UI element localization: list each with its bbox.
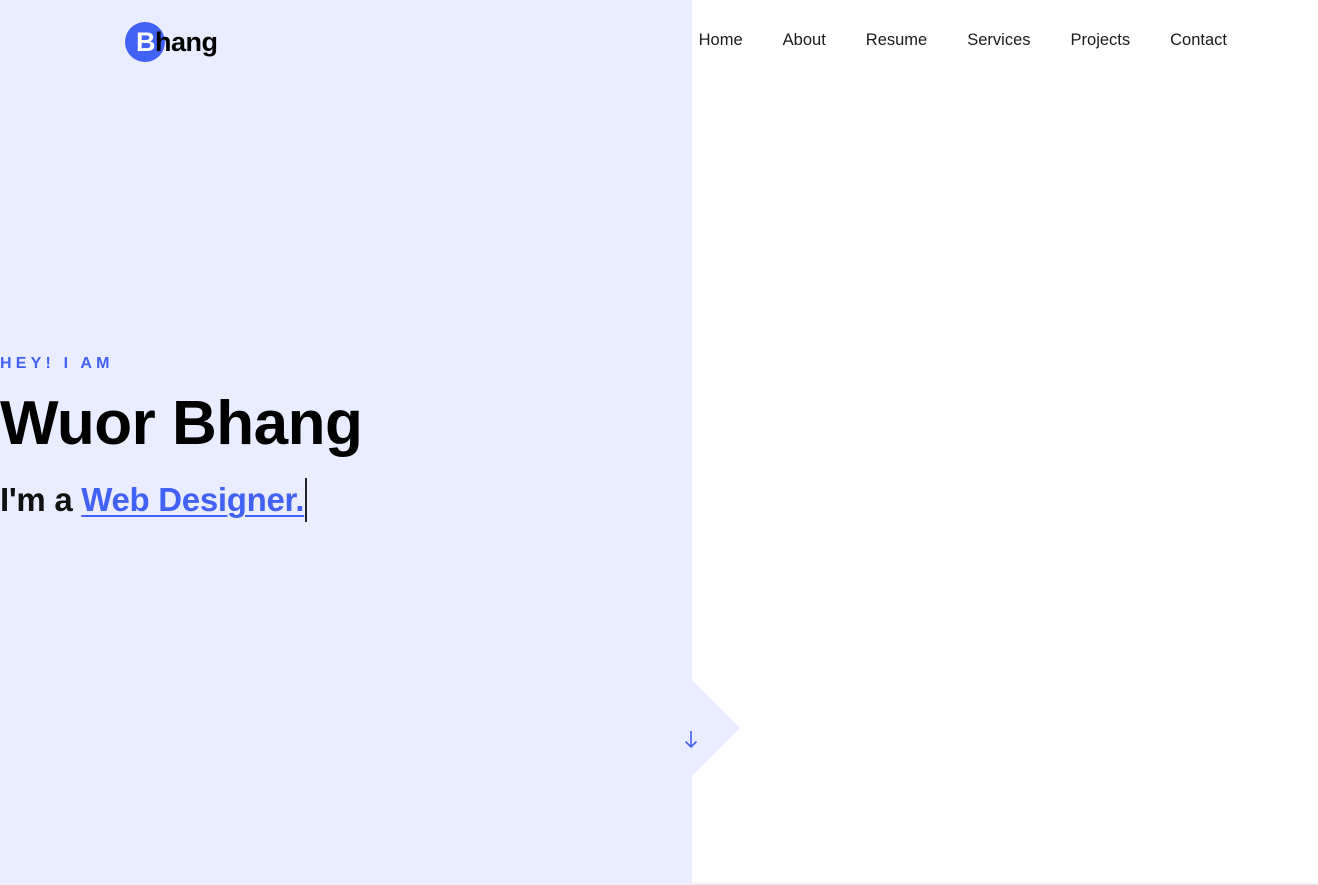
typing-cursor	[305, 478, 307, 522]
hero-eyebrow: HEY! I AM	[0, 355, 114, 372]
nav-item-services[interactable]: Services	[967, 29, 1030, 51]
nav-item-contact[interactable]: Contact	[1170, 29, 1227, 51]
main-nav: Home About Resume Services Projects Cont…	[699, 29, 1227, 51]
site-logo[interactable]: Bhang	[125, 22, 235, 62]
nav-item-projects[interactable]: Projects	[1071, 29, 1131, 51]
tagline-role-link[interactable]: Web Designer.	[81, 481, 304, 518]
hero-name: Wuor Bhang	[0, 389, 363, 458]
logo-rest: hang	[155, 27, 218, 57]
nav-item-about[interactable]: About	[783, 29, 826, 51]
hero-tagline: I'm a Web Designer.	[0, 478, 1318, 522]
scroll-down-button[interactable]	[681, 728, 701, 750]
nav-item-home[interactable]: Home	[699, 29, 743, 51]
arrow-down-icon	[684, 731, 698, 749]
tagline-prefix: I'm a	[0, 481, 82, 518]
nav-item-resume[interactable]: Resume	[866, 29, 927, 51]
logo-text: Bhang	[136, 24, 218, 60]
logo-initial: B	[136, 27, 156, 57]
